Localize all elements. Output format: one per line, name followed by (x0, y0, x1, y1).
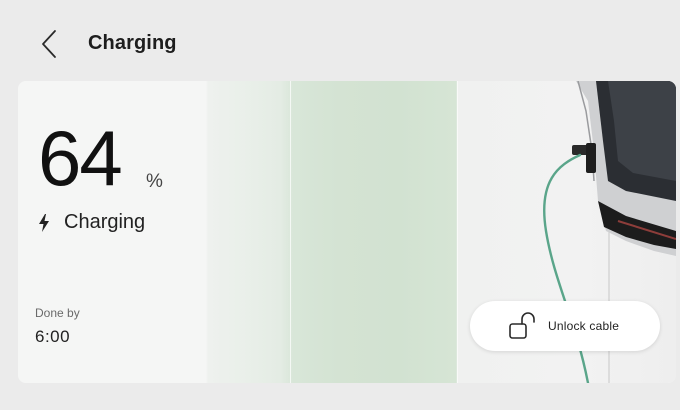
page-title: Charging (88, 32, 177, 54)
charging-card: 64 % Charging Done by 6:00 Unlock cable (18, 81, 676, 383)
battery-level-value: 64 (38, 114, 123, 202)
chevron-left-icon (42, 30, 56, 58)
charging-status: Charging (38, 211, 145, 234)
band-divider (290, 81, 291, 383)
lightning-bolt-icon (38, 213, 52, 233)
done-by-time: 6:00 (35, 327, 71, 346)
unlock-icon (506, 309, 540, 343)
back-button[interactable] (34, 26, 64, 62)
header: Charging (0, 0, 680, 80)
done-by-label: Done by (35, 306, 80, 320)
charging-status-label: Charging (64, 211, 146, 233)
unlock-cable-button[interactable]: Unlock cable (470, 301, 660, 351)
unlock-cable-label: Unlock cable (548, 319, 620, 333)
battery-level-unit: % (146, 171, 163, 192)
